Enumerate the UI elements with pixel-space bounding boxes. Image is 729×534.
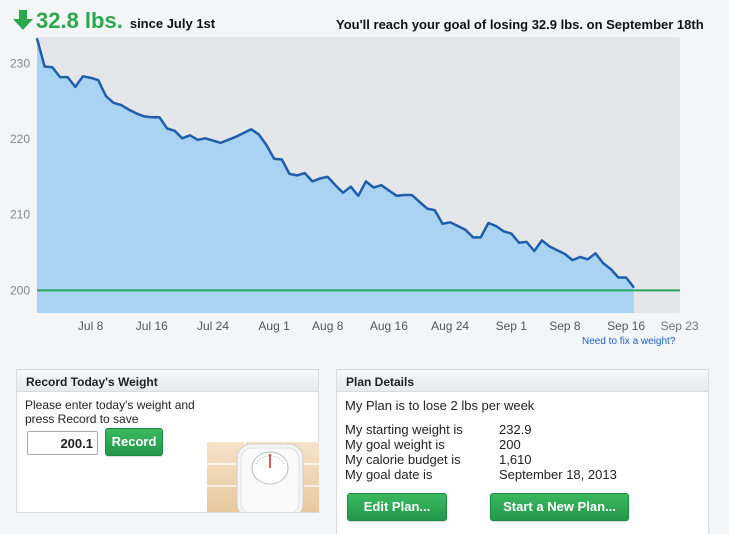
x-tick-label: Aug 16 xyxy=(370,319,408,333)
x-tick-label: Sep 8 xyxy=(549,319,581,333)
goal-projection-message: You'll reach your goal of losing 32.9 lb… xyxy=(336,17,704,32)
y-tick-label: 220 xyxy=(10,132,30,146)
y-tick-label: 230 xyxy=(10,57,30,71)
start-new-plan-button[interactable]: Start a New Plan... xyxy=(490,493,629,521)
down-arrow-icon xyxy=(13,10,33,30)
scale-icon xyxy=(207,442,319,512)
x-tick-label: Jul 8 xyxy=(78,319,104,333)
plan-panel-title: Plan Details xyxy=(337,370,708,392)
loss-value: 32.8 lbs. xyxy=(36,8,123,33)
x-tick-label: Jul 24 xyxy=(197,319,229,333)
fix-weight-link[interactable]: Need to fix a weight? xyxy=(582,336,675,347)
x-tick-label: Sep 1 xyxy=(496,319,528,333)
weight-chart: 200 210 220 230 Jul 8 Jul 16 Jul 24 Aug 1 Aug 8 A… xyxy=(10,37,699,333)
plan-details-panel: Plan Details My Plan is to lose 2 lbs pe… xyxy=(336,369,709,534)
y-tick-label: 210 xyxy=(10,208,30,222)
plan-row-value: September 18, 2013 xyxy=(499,467,617,482)
x-tick-label: Aug 24 xyxy=(431,319,469,333)
y-tick-label: 200 xyxy=(10,283,30,297)
plan-row-value: 200 xyxy=(499,437,521,452)
x-tick-label: Sep 23 xyxy=(661,319,699,333)
record-panel-title: Record Today's Weight xyxy=(17,370,318,392)
plan-summary: My Plan is to lose 2 lbs per week xyxy=(345,398,535,413)
x-tick-label: Aug 1 xyxy=(258,319,290,333)
plan-row-value: 232.9 xyxy=(499,422,532,437)
plan-row-label: My goal weight is xyxy=(345,437,445,452)
plan-row-label: My goal date is xyxy=(345,467,433,482)
record-instructions: Please enter today's weight and press Re… xyxy=(25,398,195,426)
plan-row-label: My starting weight is xyxy=(345,422,463,437)
x-tick-label: Aug 8 xyxy=(312,319,344,333)
plan-row-label: My calorie budget is xyxy=(345,452,461,467)
record-weight-panel: Record Today's Weight Please enter today… xyxy=(16,369,319,513)
plan-row-value: 1,610 xyxy=(499,452,532,467)
since-text: since July 1st xyxy=(129,16,216,31)
weight-input[interactable] xyxy=(27,431,98,455)
edit-plan-button[interactable]: Edit Plan... xyxy=(347,493,447,521)
weight-loss-summary: 32.8 lbs. since July 1st xyxy=(12,6,215,34)
x-tick-label: Jul 16 xyxy=(136,319,168,333)
x-tick-label: Sep 16 xyxy=(607,319,645,333)
record-button[interactable]: Record xyxy=(105,428,163,456)
